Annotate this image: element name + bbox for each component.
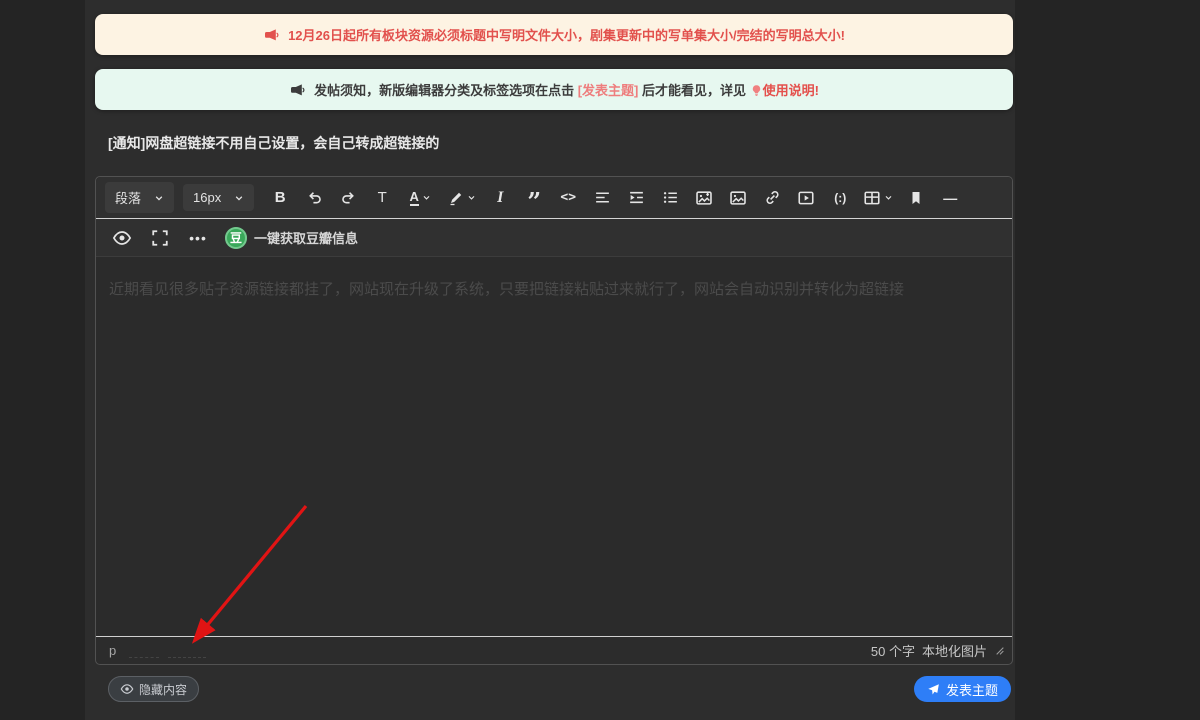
- font-color-glyph: A: [410, 190, 419, 206]
- paper-plane-icon: [927, 683, 940, 696]
- editor-toolbar-row-1: 段落 16px B T A I: [96, 177, 1012, 219]
- ellipsis-icon: •••: [189, 230, 207, 246]
- paragraph-format-label: 段落: [115, 188, 141, 207]
- hide-content-label: 隐藏内容: [139, 681, 187, 698]
- inline-code-glyph: <>: [560, 190, 576, 205]
- code-block-glyph: (:): [834, 191, 846, 205]
- bullet-list-icon: [662, 189, 679, 206]
- pen-icon: [448, 190, 464, 206]
- hide-content-button[interactable]: 隐藏内容: [108, 676, 199, 702]
- redo-button[interactable]: [333, 184, 363, 212]
- element-path: p: [109, 643, 116, 658]
- douban-icon: 豆: [225, 227, 247, 249]
- chevron-down-icon: [467, 193, 476, 202]
- paragraph-format-dropdown[interactable]: 段落: [105, 182, 174, 213]
- inline-code-button[interactable]: <>: [553, 184, 583, 212]
- highlight-color-dropdown[interactable]: [443, 184, 481, 212]
- video-button[interactable]: [791, 184, 821, 212]
- code-block-button[interactable]: (:): [825, 184, 855, 212]
- banner-2-prefix: 发帖须知，新版编辑器分类及标签选项在点击: [314, 83, 578, 98]
- indent-button[interactable]: [621, 184, 651, 212]
- announcement-banner-size-rule: 12月26日起所有板块资源必须标题中写明文件大小，剧集更新中的写单集大小/完结的…: [95, 14, 1013, 55]
- horizontal-rule-button[interactable]: —: [935, 184, 965, 212]
- title-glyph: T: [378, 189, 387, 206]
- rich-text-editor: 段落 16px B T A I: [95, 176, 1013, 665]
- editor-status-bar: p 50 个字 本地化图片: [96, 636, 1012, 664]
- undo-icon: [306, 189, 323, 206]
- indent-icon: [628, 189, 645, 206]
- douban-fetch-button[interactable]: 豆 一键获取豆瓣信息: [225, 227, 358, 249]
- bullet-list-button[interactable]: [655, 184, 685, 212]
- megaphone-icon: [289, 82, 305, 98]
- italic-glyph: I: [497, 189, 503, 207]
- align-button[interactable]: [587, 184, 617, 212]
- publish-topic-reference[interactable]: [发表主题]: [578, 83, 639, 98]
- resize-handle[interactable]: [995, 646, 1005, 656]
- faint-underline-mark: [129, 647, 159, 658]
- fullscreen-icon: [151, 229, 169, 247]
- banner-2-middle: 后才能看见，详见: [638, 83, 749, 98]
- editor-toolbar-row-2: ••• 豆 一键获取豆瓣信息: [96, 219, 1012, 257]
- title-button[interactable]: T: [367, 184, 397, 212]
- link-button[interactable]: [757, 184, 787, 212]
- link-icon: [764, 189, 781, 206]
- font-size-label: 16px: [193, 190, 221, 205]
- quote-glyph: ”: [527, 189, 541, 206]
- video-icon: [797, 189, 815, 207]
- banner-1-text: 12月26日起所有板块资源必须标题中写明文件大小，剧集更新中的写单集大小/完结的…: [288, 25, 845, 44]
- announcement-banner-post-guide: 发帖须知，新版编辑器分类及标签选项在点击 [发表主题] 后才能看见，详见 使用说…: [95, 69, 1013, 110]
- align-icon: [594, 189, 611, 206]
- localize-images-button[interactable]: 本地化图片: [922, 641, 987, 660]
- redo-icon: [340, 189, 357, 206]
- fullscreen-button[interactable]: [145, 224, 175, 252]
- lightbulb-icon: [750, 84, 763, 97]
- chevron-down-icon: [422, 193, 431, 202]
- draft-paragraph: 近期看见很多贴子资源链接都挂了，网站现在升级了系统，只要把链接粘贴过来就行了，网…: [109, 279, 999, 300]
- bookmark-icon: [908, 190, 924, 206]
- font-size-dropdown[interactable]: 16px: [183, 184, 254, 211]
- word-count: 50 个字: [871, 641, 915, 660]
- bold-glyph: B: [275, 189, 286, 206]
- bold-button[interactable]: B: [265, 184, 295, 212]
- content-column: 12月26日起所有板块资源必须标题中写明文件大小，剧集更新中的写单集大小/完结的…: [85, 0, 1015, 720]
- usage-guide-link[interactable]: 使用说明!: [763, 83, 819, 98]
- resize-grip-icon: [995, 646, 1005, 656]
- font-color-dropdown[interactable]: A: [401, 184, 439, 212]
- megaphone-icon: [263, 27, 279, 43]
- douban-fetch-label: 一键获取豆瓣信息: [254, 228, 358, 247]
- chevron-down-icon: [154, 193, 164, 203]
- table-dropdown[interactable]: [859, 184, 897, 212]
- horizontal-rule-glyph: —: [943, 190, 957, 206]
- banner-2-text: 发帖须知，新版编辑器分类及标签选项在点击 [发表主题] 后才能看见，详见 使用说…: [314, 80, 819, 99]
- preview-button[interactable]: [107, 224, 137, 252]
- upload-image-icon: [695, 189, 713, 207]
- netdisk-hyperlink-notice: [通知]网盘超链接不用自己设置，会自己转成超链接的: [108, 133, 439, 153]
- undo-button[interactable]: [299, 184, 329, 212]
- eye-icon: [120, 682, 134, 696]
- faint-underline-mark: [168, 647, 206, 658]
- upload-image-button[interactable]: [689, 184, 719, 212]
- italic-button[interactable]: I: [485, 184, 515, 212]
- chevron-down-icon: [884, 193, 893, 202]
- editor-content-area[interactable]: 近期看见很多贴子资源链接都挂了，网站现在升级了系统，只要把链接粘贴过来就行了，网…: [96, 257, 1012, 636]
- insert-image-icon: [729, 189, 747, 207]
- more-options-button[interactable]: •••: [183, 224, 213, 252]
- publish-topic-button[interactable]: 发表主题: [914, 676, 1011, 702]
- bookmark-button[interactable]: [901, 184, 931, 212]
- table-icon: [863, 189, 881, 207]
- eye-icon: [112, 228, 132, 248]
- chevron-down-icon: [234, 193, 244, 203]
- insert-image-button[interactable]: [723, 184, 753, 212]
- blockquote-button[interactable]: ”: [519, 184, 549, 212]
- publish-topic-label: 发表主题: [946, 680, 998, 699]
